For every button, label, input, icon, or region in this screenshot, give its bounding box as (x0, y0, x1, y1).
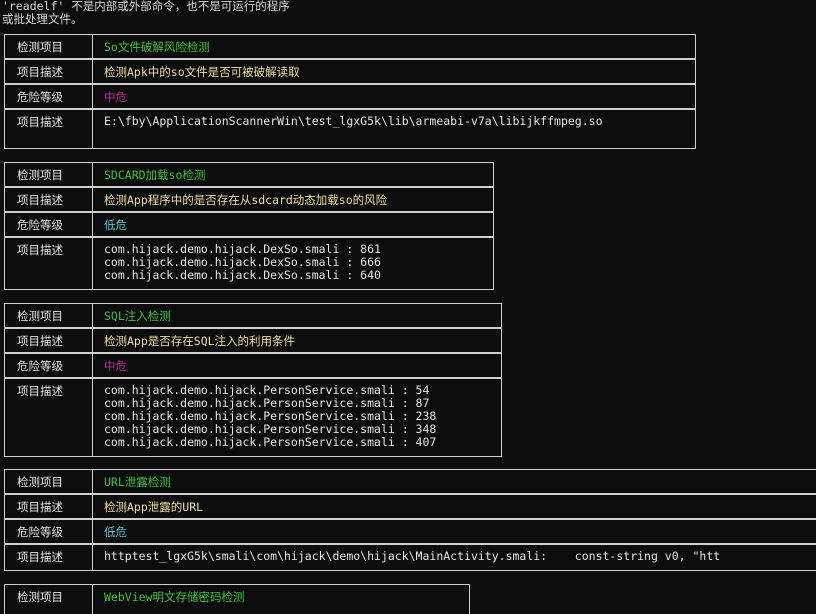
row-item-desc: 项目描述 检测App是否存在SQL注入的利用条件 (5, 327, 501, 352)
result-table-url-leak: 检测项目 URL泄露检测 项目描述 检测App泄露的URL 危险等级 低危 项目… (4, 469, 816, 571)
label-item-desc: 项目描述 (5, 188, 93, 211)
label-risk-level: 危险等级 (5, 354, 93, 377)
row-check-item: 检测项目 SDCARD加载so检测 (5, 162, 493, 186)
detail-list: com.hijack.demo.hijack.PersonService.sma… (93, 379, 501, 456)
label-check-item: 检测项目 (5, 35, 93, 58)
console-window: 'readelf' 不是内部或外部命令，也不是可运行的程序 或批处理文件。 检测… (0, 0, 816, 614)
label-risk-level: 危险等级 (5, 85, 93, 108)
label-risk-level: 危险等级 (5, 213, 93, 236)
label-item-desc: 项目描述 (5, 495, 93, 518)
error-line-2: 或批处理文件。 (2, 12, 83, 26)
label-check-item: 检测项目 (5, 585, 93, 614)
label-item-desc: 项目描述 (5, 60, 93, 83)
row-detail: 项目描述 httptest_lgxG5k\smali\com\hijack\de… (5, 543, 816, 570)
item-desc-value: 检测App是否存在SQL注入的利用条件 (104, 334, 296, 348)
row-check-item: 检测项目 WebView明文存储密码检测 (5, 584, 469, 614)
label-item-desc: 项目描述 (5, 329, 93, 352)
detail-line: E:\fby\ApplicationScannerWin\test_lgxG5k… (104, 114, 603, 128)
risk-level-value: 低危 (104, 218, 127, 232)
detail-line: com.hijack.demo.hijack.DexSo.smali : 640 (104, 268, 381, 282)
risk-level-value: 中危 (104, 90, 127, 104)
label-check-item: 检测项目 (5, 470, 93, 493)
row-risk-level: 危险等级 中危 (5, 83, 695, 108)
row-check-item: 检测项目 SQL注入检测 (5, 303, 501, 327)
label-check-item: 检测项目 (5, 163, 93, 186)
row-item-desc: 项目描述 检测App泄露的URL (5, 493, 816, 518)
row-detail: 项目描述 com.hijack.demo.hijack.DexSo.smali … (5, 236, 493, 289)
row-risk-level: 危险等级 低危 (5, 518, 816, 543)
check-item-value: So文件破解风险检测 (104, 40, 210, 54)
check-item-value: SDCARD加载so检测 (104, 168, 206, 182)
label-item-desc: 项目描述 (5, 379, 93, 456)
row-check-item: 检测项目 So文件破解风险检测 (5, 34, 695, 58)
row-item-desc: 项目描述 检测Apk中的so文件是否可被破解读取 (5, 58, 695, 83)
row-detail: 项目描述 com.hijack.demo.hijack.PersonServic… (5, 377, 501, 456)
label-item-desc: 项目描述 (5, 545, 93, 570)
result-table-sdcard-so: 检测项目 SDCARD加载so检测 项目描述 检测App程序中的是否存在从sdc… (4, 162, 494, 290)
item-desc-value: 检测App程序中的是否存在从sdcard动态加载so的风险 (104, 193, 388, 207)
result-table-sql-injection: 检测项目 SQL注入检测 项目描述 检测App是否存在SQL注入的利用条件 危险… (4, 303, 502, 457)
detail-list: com.hijack.demo.hijack.DexSo.smali : 861… (93, 238, 493, 289)
risk-level-value: 低危 (104, 525, 127, 539)
check-item-value: URL泄露检测 (104, 475, 171, 489)
result-table-webview-password: 检测项目 WebView明文存储密码检测 (4, 584, 470, 614)
row-check-item: 检测项目 URL泄露检测 (5, 469, 816, 493)
detail-line: com.hijack.demo.hijack.PersonService.sma… (104, 435, 437, 449)
result-table-so-crack: 检测项目 So文件破解风险检测 项目描述 检测Apk中的so文件是否可被破解读取… (4, 34, 696, 149)
label-check-item: 检测项目 (5, 304, 93, 327)
check-item-value: WebView明文存储密码检测 (104, 590, 245, 604)
label-item-desc: 项目描述 (5, 110, 93, 148)
row-item-desc: 项目描述 检测App程序中的是否存在从sdcard动态加载so的风险 (5, 186, 493, 211)
row-detail: 项目描述 E:\fby\ApplicationScannerWin\test_l… (5, 108, 695, 148)
check-item-value: SQL注入检测 (104, 309, 171, 323)
label-risk-level: 危险等级 (5, 520, 93, 543)
row-risk-level: 危险等级 中危 (5, 352, 501, 377)
item-desc-value: 检测Apk中的so文件是否可被破解读取 (104, 65, 300, 79)
risk-level-value: 中危 (104, 359, 127, 373)
item-desc-value: 检测App泄露的URL (104, 500, 204, 514)
detail-line: httptest_lgxG5k\smali\com\hijack\demo\hi… (104, 549, 721, 563)
label-item-desc: 项目描述 (5, 238, 93, 289)
row-risk-level: 危险等级 低危 (5, 211, 493, 236)
